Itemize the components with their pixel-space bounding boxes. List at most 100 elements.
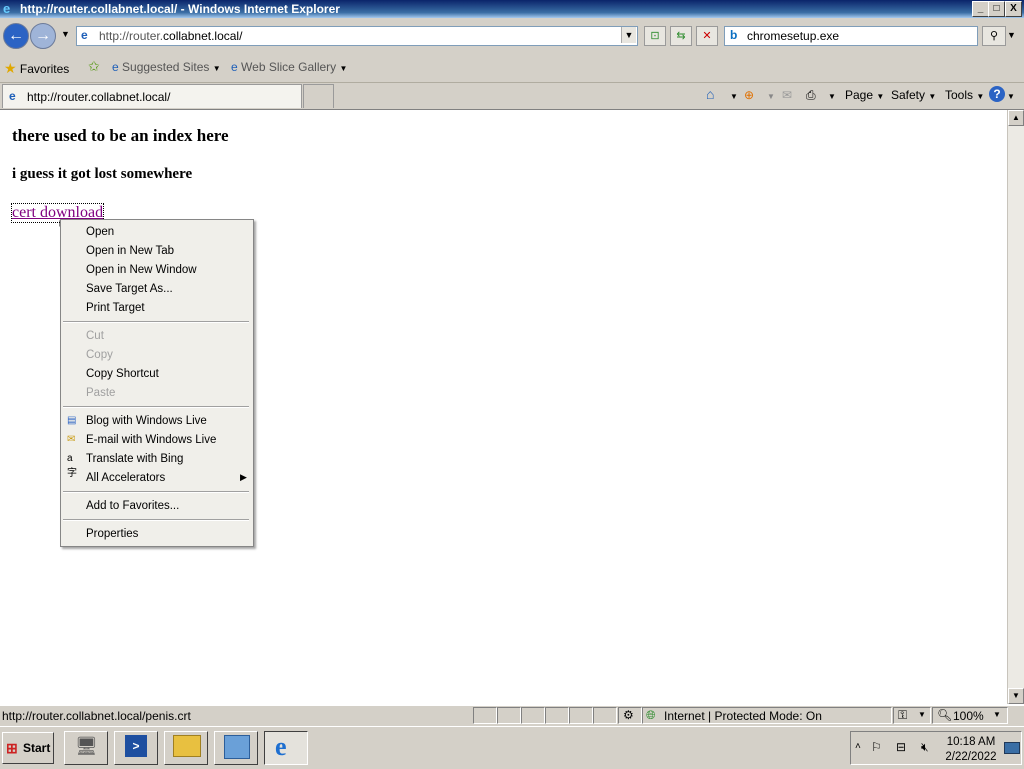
page-menu[interactable]: Page ▼ bbox=[845, 88, 884, 102]
menu-item-all-accelerators[interactable]: All Accelerators bbox=[86, 472, 165, 484]
powershell-icon: > bbox=[125, 735, 147, 757]
web-slice-gallery-label: Web Slice Gallery bbox=[241, 60, 337, 74]
status-bar: http://router.collabnet.local/penis.crt … bbox=[0, 705, 1024, 726]
tab-active[interactable]: e http://router.collabnet.local/ bbox=[2, 84, 302, 108]
vertical-scrollbar[interactable]: ▲ ▼ bbox=[1007, 110, 1024, 704]
address-input[interactable]: http://router.collabnet.local/ bbox=[99, 29, 242, 43]
ie-logo-icon: e bbox=[3, 1, 11, 16]
new-tab-button[interactable] bbox=[303, 84, 334, 108]
tools-menu[interactable]: Tools ▼ bbox=[945, 88, 984, 102]
suggested-sites-button[interactable]: e Suggested Sites ▼ bbox=[112, 60, 221, 74]
page-icon: e bbox=[112, 60, 119, 74]
start-button[interactable]: ⊞ Start bbox=[2, 732, 54, 764]
show-desktop-icon[interactable] bbox=[1004, 742, 1020, 754]
menu-separator bbox=[63, 406, 249, 408]
show-hidden-icons-button[interactable]: ˄ bbox=[855, 741, 861, 752]
address-dropdown-button[interactable]: ▼ bbox=[621, 27, 636, 43]
feeds-dropdown[interactable]: ▼ bbox=[767, 92, 775, 101]
bing-icon: b bbox=[730, 28, 738, 42]
help-button[interactable]: ? bbox=[989, 86, 1005, 102]
security-zone[interactable]: 🌐︎ Internet | Protected Mode: On bbox=[642, 707, 892, 724]
minimize-button[interactable]: _ bbox=[972, 1, 989, 17]
globe-icon: 🌐︎ bbox=[646, 708, 656, 722]
window-title: http://router.collabnet.local/ - Windows… bbox=[20, 2, 340, 16]
read-mail-button[interactable]: ✉ bbox=[782, 88, 792, 102]
recent-pages-dropdown[interactable]: ▼ bbox=[61, 29, 70, 39]
close-button[interactable]: X bbox=[1005, 1, 1022, 17]
menu-item-properties[interactable]: Properties bbox=[86, 528, 138, 540]
search-input[interactable]: chromesetup.exe bbox=[747, 29, 839, 43]
tab-row: e http://router.collabnet.local/ ⌂ ▼ ⊕ ▼… bbox=[0, 83, 1024, 110]
scroll-down-button[interactable]: ▼ bbox=[1008, 688, 1024, 704]
protected-mode-cell[interactable]: ⚿ ▼ bbox=[893, 707, 931, 724]
clock[interactable]: 10:18 AM 2/22/2022 bbox=[943, 735, 999, 765]
web-slice-gallery-button[interactable]: e Web Slice Gallery ▼ bbox=[231, 60, 347, 74]
stop-button[interactable]: ✕ bbox=[696, 26, 718, 46]
menu-item-open-new-window[interactable]: Open in New Window bbox=[86, 264, 197, 276]
page-icon: e bbox=[81, 28, 88, 42]
menu-item-blog-windows-live[interactable]: Blog with Windows Live bbox=[86, 415, 207, 427]
folder-icon bbox=[173, 735, 201, 757]
powershell-button[interactable]: > bbox=[114, 731, 158, 765]
home-icon: ⌂ bbox=[706, 86, 715, 102]
maximize-button[interactable]: □ bbox=[988, 1, 1005, 17]
printer-icon: ⎙ bbox=[806, 88, 816, 102]
print-dropdown[interactable]: ▼ bbox=[828, 92, 836, 101]
server-manager-button[interactable]: 🖥︎ bbox=[64, 731, 108, 765]
start-label: Start bbox=[23, 741, 51, 755]
menu-separator bbox=[63, 321, 249, 323]
add-to-favorites-bar-icon[interactable]: ✩ bbox=[88, 58, 100, 75]
print-button[interactable]: ⎙ bbox=[806, 88, 816, 103]
explorer-button[interactable] bbox=[164, 731, 208, 765]
rss-icon: ⊕ bbox=[744, 88, 755, 102]
back-button[interactable]: ← bbox=[3, 23, 29, 49]
status-cell: ⚙ bbox=[618, 707, 642, 724]
compatibility-view-button[interactable]: ⊡ bbox=[644, 26, 666, 46]
search-options-dropdown[interactable]: ▼ bbox=[1007, 30, 1016, 40]
home-button[interactable]: ⌂ bbox=[706, 86, 714, 102]
menu-item-open[interactable]: Open bbox=[86, 226, 114, 238]
page-menu-label: Page bbox=[845, 88, 874, 102]
status-cell bbox=[521, 707, 545, 724]
refresh-button[interactable]: ⇆ bbox=[670, 26, 692, 46]
zoom-level: 100% bbox=[953, 709, 984, 723]
page-icon: e bbox=[9, 89, 16, 103]
safety-menu[interactable]: Safety ▼ bbox=[891, 88, 936, 102]
compat-icon: ⊡ bbox=[650, 30, 660, 42]
volume-muted-icon[interactable]: 🔇︎ bbox=[921, 740, 929, 755]
blog-icon: ▤ bbox=[67, 415, 77, 426]
menu-item-cut: Cut bbox=[86, 330, 104, 342]
page-heading: there used to be an index here bbox=[12, 126, 229, 145]
search-box[interactable]: b chromesetup.exe bbox=[724, 26, 978, 46]
favorites-button[interactable]: ★ Favorites bbox=[4, 60, 69, 77]
suggested-sites-label: Suggested Sites bbox=[122, 60, 210, 74]
tab-title: http://router.collabnet.local/ bbox=[27, 90, 171, 104]
address-bar[interactable]: e http://router.collabnet.local/ ▼ bbox=[76, 26, 638, 46]
zoom-control[interactable]: 🔍︎ 100% ▼ bbox=[932, 707, 1008, 724]
menu-item-email-windows-live[interactable]: E-mail with Windows Live bbox=[86, 434, 216, 446]
forward-button[interactable]: → bbox=[30, 23, 56, 49]
refresh-icon: ⇆ bbox=[676, 30, 686, 42]
server-manager-icon: 🖥︎ bbox=[75, 736, 98, 756]
stop-icon: ✕ bbox=[702, 30, 712, 42]
menu-item-paste: Paste bbox=[86, 387, 116, 399]
network-icon[interactable]: ⊟ bbox=[896, 740, 906, 754]
flag-icon[interactable]: ⚐ bbox=[871, 740, 882, 754]
menu-item-copy-shortcut[interactable]: Copy Shortcut bbox=[86, 368, 159, 380]
menu-item-add-to-favorites[interactable]: Add to Favorites... bbox=[86, 500, 179, 512]
internet-explorer-button[interactable]: e bbox=[264, 731, 308, 765]
control-panel-button[interactable] bbox=[214, 731, 258, 765]
translate-icon: a字 bbox=[67, 453, 77, 479]
feeds-button[interactable]: ⊕ bbox=[744, 88, 754, 102]
chevron-down-icon: ▼ bbox=[918, 710, 926, 719]
search-button[interactable]: ⚲ bbox=[982, 26, 1006, 46]
forward-arrow-icon: → bbox=[35, 27, 51, 44]
scroll-up-button[interactable]: ▲ bbox=[1008, 110, 1024, 126]
submenu-arrow-icon: ▶ bbox=[240, 472, 247, 482]
menu-item-print-target[interactable]: Print Target bbox=[86, 302, 145, 314]
help-dropdown[interactable]: ▼ bbox=[1007, 92, 1015, 101]
menu-item-translate-bing[interactable]: Translate with Bing bbox=[86, 453, 183, 465]
home-dropdown[interactable]: ▼ bbox=[730, 92, 738, 101]
menu-item-save-target-as[interactable]: Save Target As... bbox=[86, 283, 173, 295]
menu-item-open-new-tab[interactable]: Open in New Tab bbox=[86, 245, 174, 257]
